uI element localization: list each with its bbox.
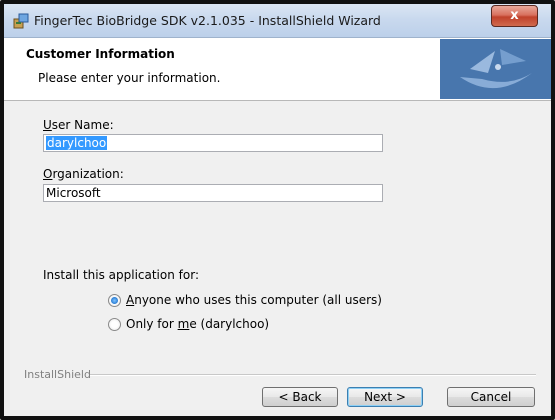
radio-selected-icon[interactable]	[108, 293, 121, 307]
radio-all-users-label: Anyone who uses this computer (all users…	[126, 293, 382, 307]
radio-only-me[interactable]: Only for me (darylchoo)	[108, 317, 269, 331]
back-button-label: < Back	[278, 390, 322, 404]
installer-app-icon	[13, 13, 29, 29]
user-name-label: User Name:	[43, 118, 114, 132]
install-for-label: Install this application for:	[43, 268, 199, 282]
cancel-button[interactable]: Cancel	[447, 387, 535, 407]
wizard-header: Customer Information Please enter your i…	[4, 38, 551, 101]
organization-label-text: rganization:	[52, 167, 124, 181]
user-name-field[interactable]: darylchoo	[43, 134, 383, 152]
next-button-label: Next >	[364, 390, 406, 404]
organization-value: Microsoft	[46, 186, 101, 200]
page-title: Customer Information	[26, 47, 175, 61]
title-bar[interactable]: FingerTec BioBridge SDK v2.1.035 - Insta…	[4, 4, 551, 38]
installshield-brand-label: InstallShield	[24, 368, 91, 381]
installshield-logo-icon	[440, 39, 551, 99]
footer-divider	[90, 374, 536, 376]
close-icon: x	[510, 8, 519, 23]
radio-only-me-label: Only for me (darylchoo)	[126, 317, 270, 331]
installer-window: FingerTec BioBridge SDK v2.1.035 - Insta…	[0, 0, 555, 420]
radio-unselected-icon[interactable]	[108, 317, 121, 331]
user-name-value: darylchoo	[46, 136, 108, 150]
close-button[interactable]: x	[491, 5, 538, 27]
organization-field[interactable]: Microsoft	[43, 184, 383, 202]
cancel-button-label: Cancel	[470, 390, 512, 404]
user-name-label-text: ser Name:	[51, 118, 114, 132]
radio-all-users[interactable]: Anyone who uses this computer (all users…	[108, 293, 382, 307]
back-button[interactable]: < Back	[262, 387, 338, 407]
organization-label: Organization:	[43, 167, 124, 181]
window-title: FingerTec BioBridge SDK v2.1.035 - Insta…	[34, 13, 381, 28]
page-subtitle: Please enter your information.	[38, 71, 221, 85]
screenshot-stage: FingerTec BioBridge SDK v2.1.035 - Insta…	[0, 0, 555, 420]
next-button[interactable]: Next >	[347, 387, 423, 407]
